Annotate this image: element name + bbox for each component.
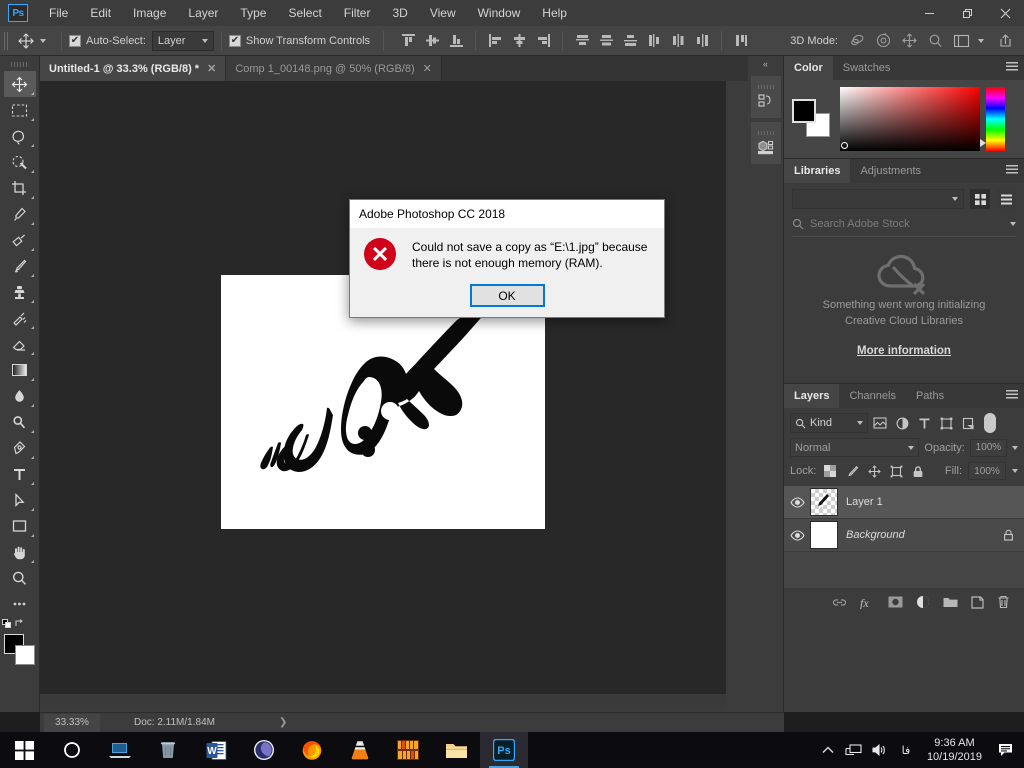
dialog-buttons: OK: [350, 284, 664, 307]
error-icon: [364, 238, 396, 270]
dialog-title: Adobe Photoshop CC 2018: [350, 200, 664, 228]
dialog-message: Could not save a copy as “E:\1.jpg” beca…: [412, 240, 648, 270]
modal-overlay: Adobe Photoshop CC 2018 Could not save a…: [0, 0, 1024, 768]
ok-button[interactable]: OK: [469, 284, 545, 307]
photoshop-window: Ps File Edit Image Layer Type Select Fil…: [0, 0, 1024, 768]
dialog-body: Could not save a copy as “E:\1.jpg” beca…: [350, 228, 664, 271]
error-dialog: Adobe Photoshop CC 2018 Could not save a…: [349, 199, 665, 318]
